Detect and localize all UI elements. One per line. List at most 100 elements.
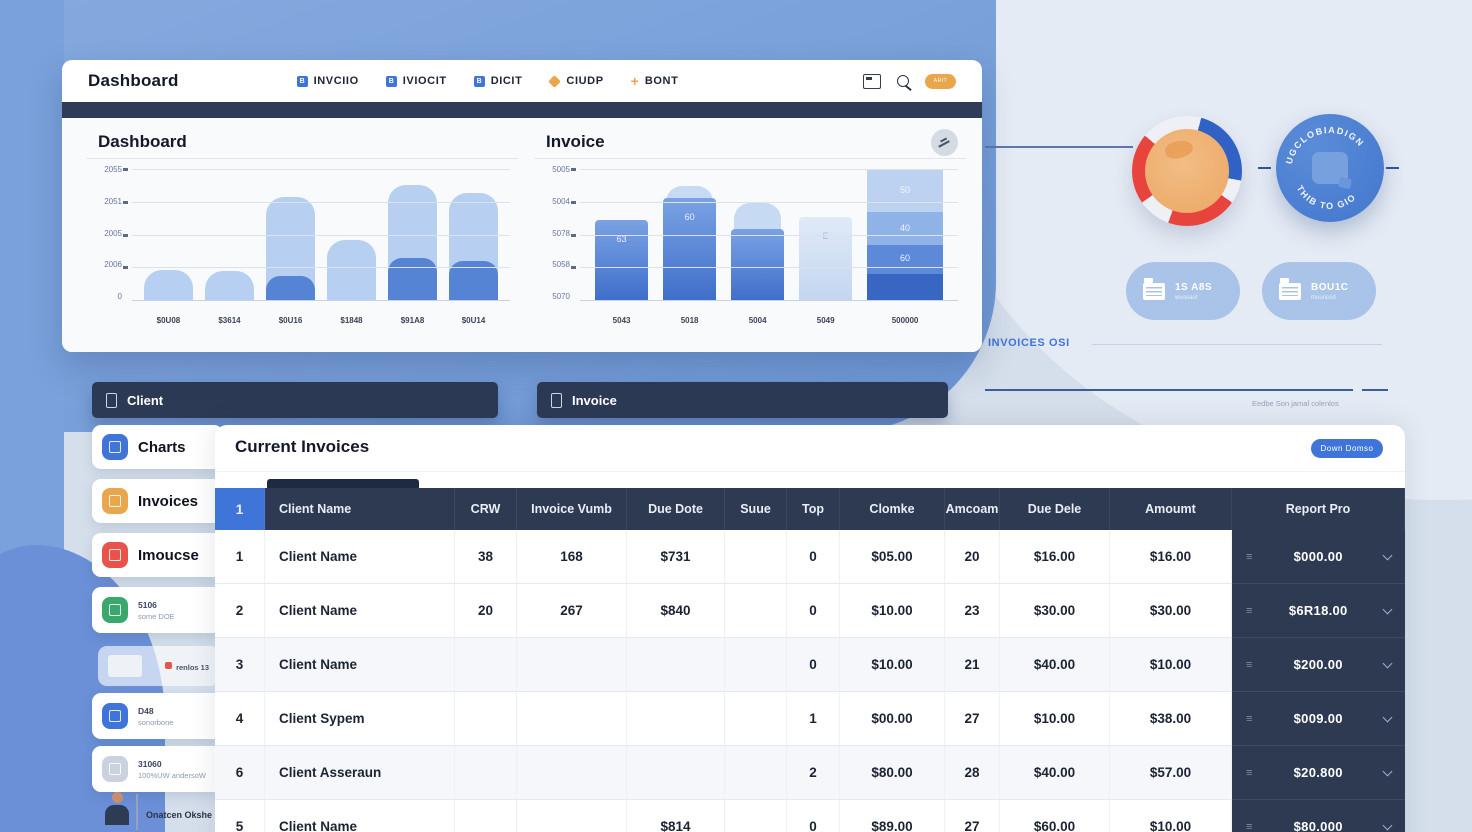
chevron-down-icon[interactable] xyxy=(1383,658,1393,668)
bar-value: 40 xyxy=(867,223,943,233)
list-icon: ≡ xyxy=(1246,551,1252,563)
gridline xyxy=(580,202,958,203)
sidebar-item-label: Invoices xyxy=(138,493,198,510)
cell xyxy=(517,692,627,746)
mini-label-wrap: renlos 13 xyxy=(165,657,209,675)
chevron-down-icon[interactable] xyxy=(1383,766,1393,776)
gridline xyxy=(580,235,958,236)
report-value: $80.000 xyxy=(1294,819,1343,832)
gridline xyxy=(580,169,958,170)
chevron-down-icon[interactable] xyxy=(1383,820,1393,830)
invoice-button[interactable]: Invoice xyxy=(537,382,948,418)
bar-solid: 60 xyxy=(663,198,716,300)
sidebar-item-0[interactable]: Charts xyxy=(92,425,223,469)
column-header: Amoumt xyxy=(1110,488,1232,530)
bar-paid xyxy=(388,258,437,300)
stat-pill-1[interactable]: BOU1Cmuuriced xyxy=(1262,262,1376,320)
client-button[interactable]: Client xyxy=(92,382,498,418)
table-title: Current Invoices xyxy=(235,437,369,457)
report-value: $000.00 xyxy=(1294,549,1343,564)
y-tick-label: 5058 xyxy=(552,260,570,269)
cell xyxy=(725,638,787,692)
column-header: Invoice Vumb xyxy=(517,488,627,530)
nav-item-label: IVIOCIT xyxy=(403,75,447,87)
sidebar-item-3[interactable]: 5106some DOE xyxy=(92,587,223,633)
account-pill-button[interactable]: ARIT xyxy=(925,74,956,89)
stat-pill-0[interactable]: 1S A8Swvooaot xyxy=(1126,262,1240,320)
sidebar-item-text: 5106some DOE xyxy=(138,600,175,621)
table-action-button[interactable]: Down Domso xyxy=(1311,439,1383,458)
invoice-button-label: Invoice xyxy=(572,393,617,408)
sidebar-item-5[interactable]: D48sonorbone xyxy=(92,693,223,739)
report-cell[interactable]: ≡$200.00 xyxy=(1232,638,1405,692)
report-cell[interactable]: ≡$6R18.00 xyxy=(1232,584,1405,638)
dashboard-chart: 20552051200520060 $0U08$3614$0U16$1848$9… xyxy=(84,159,520,341)
c1-ylabels: 20552051200520060 xyxy=(88,165,122,301)
column-header: Due Dele xyxy=(1000,488,1110,530)
column-header: Amcoam xyxy=(945,488,1000,530)
x-tick-label: $0U16 xyxy=(266,316,315,325)
cell: $731 xyxy=(627,530,725,584)
sidebar-item-4[interactable]: renlos 13 xyxy=(98,646,219,686)
footnote-text: Eedbe Son jamal colenlos xyxy=(1252,399,1339,408)
x-tick-label: $0U08 xyxy=(144,316,193,325)
cell xyxy=(725,584,787,638)
cell: $16.00 xyxy=(1000,530,1110,584)
user-avatar[interactable] xyxy=(104,792,130,832)
nav-item-dicit[interactable]: BDICIT xyxy=(474,75,523,87)
bar-segment: 60 xyxy=(867,245,943,274)
dashboard-window: Dashboard BINVCIIOBIVIOCITBDICITCIUDP+BO… xyxy=(62,60,982,352)
sidebar-item-icon xyxy=(102,434,128,460)
chevron-down-icon[interactable] xyxy=(1383,604,1393,614)
placeholder-block xyxy=(108,655,142,677)
charts-section: Dashboard 20552051200520060 $0U08$3614$0… xyxy=(62,118,982,352)
report-cell[interactable]: ≡ $000.00 xyxy=(1232,530,1405,584)
cell: 0 xyxy=(787,584,840,638)
nav-item-bont[interactable]: +BONT xyxy=(631,75,679,87)
circle-badge: UGCLOBIADIGN THIB TO GIO xyxy=(1276,114,1384,222)
stat-pill-label: 1S A8S xyxy=(1175,282,1212,293)
sidebar-item-1[interactable]: Invoices xyxy=(92,479,223,523)
search-icon[interactable] xyxy=(897,75,909,87)
cell xyxy=(725,800,787,832)
bar-segment: 40 xyxy=(867,212,943,245)
nav-item-iviocit[interactable]: BIVIOCIT xyxy=(386,75,447,87)
cell: $30.00 xyxy=(1000,584,1110,638)
sidebar-item-6[interactable]: 31060100%UW andersoW xyxy=(92,746,223,792)
cell: $40.00 xyxy=(1000,638,1110,692)
report-cell[interactable]: ≡$80.000 xyxy=(1232,800,1405,832)
sidebar-item-label: D48 xyxy=(138,706,173,716)
y-tick-label: 2055 xyxy=(104,165,122,174)
bar-value: 50 xyxy=(867,185,943,195)
sidebar-item-2[interactable]: Imoucse xyxy=(92,533,223,577)
chevron-down-icon[interactable] xyxy=(1383,712,1393,722)
table-grid-wrap: 1Client NameCRWInvoice VumbDue DoteSuueT… xyxy=(215,488,1405,832)
y-tick-label: 2005 xyxy=(104,229,122,238)
invoice-chart-title: Invoice xyxy=(532,126,968,158)
blue-rule-dash xyxy=(1362,389,1388,391)
cell: Client Name xyxy=(265,584,455,638)
report-cell[interactable]: ≡$20.800 xyxy=(1232,746,1405,800)
plus-icon: + xyxy=(631,76,639,87)
report-value: $6R18.00 xyxy=(1289,603,1348,618)
chevron-down-icon[interactable] xyxy=(1383,550,1393,560)
bar-value: 60 xyxy=(663,212,716,222)
nav-actions: ARIT xyxy=(863,74,956,89)
report-value: $009.00 xyxy=(1294,711,1343,726)
sidebar-item-sublabel: some DOE xyxy=(138,612,175,621)
cell: $840 xyxy=(627,584,725,638)
sidebar-item-label: Imoucse xyxy=(138,547,199,564)
dashboard-chart-panel: Dashboard 20552051200520060 $0U08$3614$0… xyxy=(84,126,520,344)
bar-value: E xyxy=(799,231,852,241)
section-rule xyxy=(1092,344,1382,345)
gallery-icon[interactable] xyxy=(863,74,881,89)
gridline xyxy=(132,202,510,203)
cell: $10.00 xyxy=(1110,638,1232,692)
nav-item-invciio[interactable]: BINVCIIO xyxy=(297,75,359,87)
cell: 1 xyxy=(787,692,840,746)
nav-item-ciudp[interactable]: CIUDP xyxy=(549,75,603,87)
column-header: Suue xyxy=(725,488,787,530)
report-cell[interactable]: ≡$009.00 xyxy=(1232,692,1405,746)
chart-options-button[interactable] xyxy=(931,129,958,156)
column-header: Report Pro xyxy=(1232,488,1405,530)
